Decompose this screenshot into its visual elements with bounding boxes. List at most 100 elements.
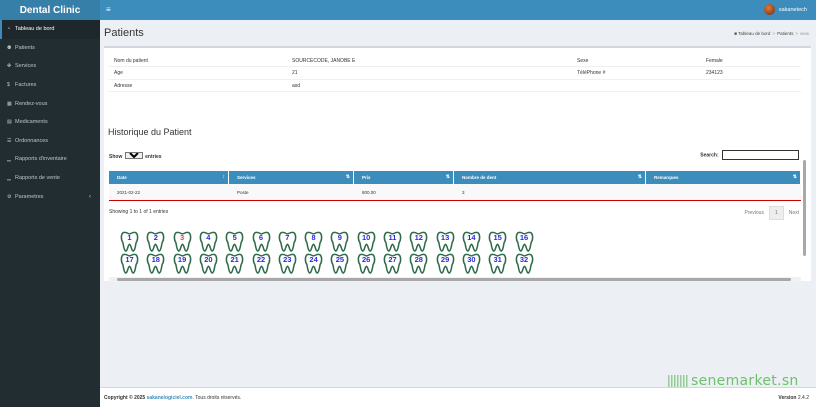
patient-box: Nom du patient SOURCECODE, JANOBE E Sexe…	[104, 46, 811, 282]
tooth-icon[interactable]: 14	[461, 231, 482, 252]
tooth-number: 2	[153, 233, 158, 242]
previous-button[interactable]: Previous	[739, 210, 768, 216]
search-control: Search:	[700, 150, 799, 160]
sidebar-item-factures[interactable]: $ Factures	[0, 76, 100, 95]
tooth-icon[interactable]: 2	[145, 231, 166, 252]
page-size-select[interactable]: 50	[124, 152, 143, 159]
breadcrumb: ■ Tableau de bord > Patients > view	[734, 31, 809, 36]
tooth-icon[interactable]: 22	[251, 253, 272, 274]
sort-icon: ⇅	[345, 174, 350, 180]
tooth-icon[interactable]: 17	[119, 253, 140, 274]
tooth-icon[interactable]: 12	[408, 231, 429, 252]
page-button[interactable]: 1	[768, 206, 784, 220]
table-cell: Poste	[237, 190, 249, 195]
horizontal-scrollbar[interactable]	[109, 277, 801, 282]
sidebar-item-label: Parametres	[15, 193, 44, 200]
history-title: Historique du Patient	[108, 127, 192, 137]
tooth-number: 5	[232, 233, 237, 242]
tooth-icon[interactable]: 7	[277, 231, 298, 252]
tooth-icon[interactable]: 9	[329, 231, 350, 252]
tooth-icon[interactable]: 18	[145, 253, 166, 274]
tooth-icon[interactable]: 16	[514, 231, 535, 252]
sidebar-item-services[interactable]: ✤ Services	[0, 57, 100, 76]
column-header[interactable]: Remarques ⇅	[646, 171, 801, 184]
user-menu[interactable]: sakanetech	[763, 4, 807, 15]
user-name: sakanetech	[778, 6, 807, 13]
tooth-icon[interactable]: 11	[382, 231, 403, 252]
tooth-icon[interactable]: 28	[408, 253, 429, 274]
tooth-icon[interactable]: 8	[303, 231, 324, 252]
next-button[interactable]: Next	[784, 210, 804, 216]
tooth-icon[interactable]: 24	[303, 253, 324, 274]
address-value: asd	[292, 82, 301, 89]
sidebar-item-rapports-de-vente[interactable]: ▁ Rapports de vente	[0, 169, 100, 188]
breadcrumb-home[interactable]: Tableau de bord	[738, 31, 770, 36]
copyright: Copyright © 2025 sakanelogiciel.com. Tou…	[104, 395, 242, 401]
sort-icon: ⇅	[792, 174, 797, 180]
tooth-number: 19	[177, 255, 187, 264]
tooth-number: 6	[258, 233, 264, 242]
search-input[interactable]	[722, 150, 799, 160]
sidebar-item-rendez-vous[interactable]: ▦ Rendez-vous	[0, 94, 100, 113]
tooth-icon[interactable]: 15	[487, 231, 508, 252]
tooth-icon[interactable]: 3	[172, 231, 193, 252]
tooth-number: 24	[309, 255, 318, 264]
table-cell: 2021-02-22	[117, 190, 141, 195]
sidebar-item-label: Rapports d'inventaire	[15, 156, 67, 163]
tooth-icon[interactable]: 27	[382, 253, 403, 274]
tooth-icon[interactable]: 25	[329, 253, 350, 274]
tooth-icon[interactable]: 21	[224, 253, 245, 274]
tooth-number: 14	[467, 233, 476, 242]
tooth-number: 13	[440, 233, 450, 242]
tooth-number: 1	[127, 233, 132, 242]
sidebar-item-label: Ordonnances	[15, 137, 49, 144]
tooth-number: 28	[414, 255, 423, 264]
sidebar-item-label: Medicaments	[15, 119, 48, 126]
column-header[interactable]: Nombre de dent ⇅	[454, 171, 646, 184]
column-header[interactable]: Prix ⇅	[354, 171, 454, 184]
tooth-icon[interactable]: 4	[198, 231, 219, 252]
tooth-icon[interactable]: 13	[435, 231, 456, 252]
tooth-icon[interactable]: 6	[251, 231, 272, 252]
sex-value: Female	[706, 58, 723, 64]
column-header[interactable]: Date ↕	[109, 171, 229, 184]
top-navbar: ≡ sakanetech	[100, 0, 816, 20]
tooth-icon[interactable]: 31	[487, 253, 508, 274]
tooth-icon[interactable]: 19	[172, 253, 193, 274]
tooth-icon[interactable]: 32	[514, 253, 535, 274]
tooth-number: 12	[414, 233, 423, 242]
menu-toggle-icon[interactable]: ≡	[106, 5, 111, 14]
footer-link[interactable]: sakanelogiciel.com	[147, 395, 193, 401]
sidebar-item-ordonnances[interactable]: ☰ Ordonnances	[0, 132, 100, 151]
watermark: senemarket.sn	[668, 373, 799, 389]
tooth-icon[interactable]: 23	[277, 253, 298, 274]
address-label: Adresse	[114, 82, 133, 89]
sidebar-item-medicaments[interactable]: ▤ Medicaments	[0, 113, 100, 132]
sidebar-item-parametres[interactable]: ⚙ Parametres ‹	[0, 187, 100, 206]
tooth-number: 23	[283, 255, 292, 264]
brand-logo[interactable]: Dental Clinic	[0, 0, 100, 20]
tooth-icon[interactable]: 10	[356, 231, 377, 252]
sidebar-item-patients[interactable]: ⚉ Patients	[0, 39, 100, 58]
tooth-icon[interactable]: 1	[119, 231, 140, 252]
tooth-icon[interactable]: 20	[198, 253, 219, 274]
tooth-number: 27	[388, 255, 397, 264]
tooth-icon[interactable]: 30	[461, 253, 482, 274]
list-icon: ☰	[7, 137, 12, 144]
vertical-scrollbar[interactable]	[802, 151, 807, 271]
sidebar-item-rapports-d-inventaire[interactable]: ▁ Rapports d'inventaire	[0, 150, 100, 169]
tooth-icon[interactable]: 5	[224, 231, 245, 252]
tooth-icon[interactable]: 29	[435, 253, 456, 274]
tooth-number: 26	[362, 255, 371, 264]
column-header[interactable]: Services ⇅	[229, 171, 354, 184]
sidebar: Dental Clinic ◔ Tableau de bord ⚉ Patients ✤…	[0, 0, 100, 407]
tooth-number: 30	[467, 255, 476, 264]
home-icon: ■	[734, 31, 737, 36]
breadcrumb-section[interactable]: Patients	[777, 31, 793, 36]
tooth-icon[interactable]: 26	[356, 253, 377, 274]
page-title: Patients	[104, 27, 144, 39]
avatar	[763, 4, 775, 15]
tooth-number: 7	[285, 233, 290, 242]
tooth-number: 10	[362, 233, 371, 242]
sidebar-item-tableau-de-bord[interactable]: ◔ Tableau de bord	[0, 20, 100, 39]
